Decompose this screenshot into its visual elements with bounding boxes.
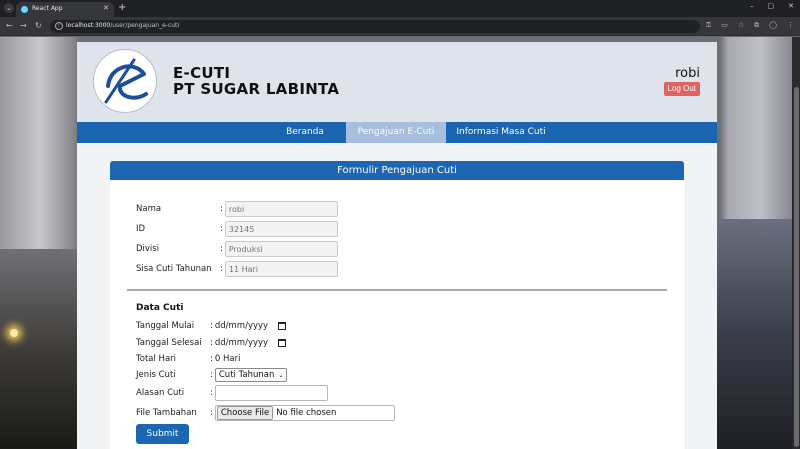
nav-informasi-masa-cuti[interactable]: Informasi Masa Cuti	[446, 122, 556, 143]
field-nama: Nama :	[136, 201, 338, 217]
cast-icon[interactable]: ▭	[721, 21, 728, 30]
form-title: Formulir Pengajuan Cuti	[110, 161, 684, 180]
field-tanggal-selesai: Tanggal Selesai : dd/mm/yyyy	[136, 335, 287, 351]
address-bar[interactable]: i localhost:3000/user/pengajuan_e-cuti	[50, 20, 700, 33]
close-window-button[interactable]: ✕	[788, 2, 794, 10]
field-label: Divisi	[136, 244, 160, 254]
window-controls: – ▢ ✕	[750, 2, 794, 10]
field-colon: :	[210, 370, 213, 380]
nav-beranda[interactable]: Beranda	[262, 122, 348, 143]
field-divisi: Divisi :	[136, 241, 338, 257]
field-label: Nama	[136, 204, 162, 214]
tab-close-icon[interactable]: ✕	[103, 4, 109, 12]
start-date-input[interactable]: dd/mm/yyyy	[215, 321, 268, 331]
field-label: Alasan Cuti	[136, 388, 185, 398]
tab-title: React App	[32, 5, 63, 12]
calendar-icon[interactable]	[278, 322, 287, 330]
extensions-icon[interactable]: ⧉	[754, 21, 759, 30]
reload-icon[interactable]: ↻	[35, 21, 42, 30]
field-label: Total Hari	[136, 354, 177, 364]
field-colon: :	[210, 354, 213, 364]
key-icon[interactable]: ⚿	[706, 21, 711, 30]
field-colon: :	[220, 244, 223, 254]
field-label: ID	[136, 224, 146, 234]
field-label: Sisa Cuti Tahunan	[136, 264, 212, 274]
calendar-icon[interactable]	[278, 339, 287, 347]
nav-pengajuan-e-cuti[interactable]: Pengajuan E-Cuti	[346, 122, 446, 143]
url-text: localhost:3000/user/pengajuan_e-cuti	[66, 22, 180, 29]
maximize-button[interactable]: ▢	[768, 2, 775, 10]
select-value: Cuti Tahunan	[218, 370, 275, 380]
background-photo-right	[717, 219, 800, 449]
forward-icon[interactable]: →	[20, 21, 27, 30]
background-photo-left	[0, 249, 77, 449]
field-label: Jenis Cuti	[136, 370, 176, 380]
browser-toolbar: ← → ↻ i localhost:3000/user/pengajuan_e-…	[0, 17, 800, 36]
sisa-cuti-input[interactable]	[224, 261, 338, 277]
bookmark-star-icon[interactable]: ☆	[738, 21, 744, 30]
page-scrollbar[interactable]	[792, 37, 800, 449]
logo-mark-icon	[104, 58, 148, 104]
app-header: E-CUTI PT SUGAR LABINTA robi Log Out	[77, 42, 717, 122]
id-input[interactable]	[224, 221, 338, 237]
street-lamp-light	[10, 329, 18, 337]
user-name: robi	[675, 66, 700, 81]
scroll-thumb[interactable]	[794, 87, 799, 447]
minimize-button[interactable]: –	[750, 2, 754, 10]
browser-tabbar: ⌄ React App ✕ + – ▢ ✕	[0, 0, 800, 17]
field-label: Tanggal Mulai	[136, 321, 195, 331]
field-colon: :	[220, 264, 223, 274]
menu-kebab-icon[interactable]: ⋮	[787, 21, 794, 30]
browser-tab[interactable]: React App ✕	[16, 2, 114, 17]
nama-input[interactable]	[224, 201, 338, 217]
field-jenis-cuti: Jenis Cuti : Cuti Tahunan ⌄	[136, 367, 288, 383]
profile-icon[interactable]: ◯	[769, 21, 777, 30]
field-total-hari: Total Hari : 0 Hari	[136, 351, 240, 367]
site-info-icon[interactable]: i	[55, 22, 63, 30]
field-colon: :	[220, 204, 223, 214]
field-tanggal-mulai: Tanggal Mulai : dd/mm/yyyy	[136, 318, 287, 334]
app-container: E-CUTI PT SUGAR LABINTA robi Log Out Ber…	[77, 42, 717, 449]
file-input[interactable]: Choose File No file chosen	[214, 405, 395, 421]
field-label: File Tambahan	[136, 408, 197, 418]
new-tab-button[interactable]: +	[118, 2, 126, 13]
field-alasan-cuti: Alasan Cuti :	[136, 385, 328, 401]
section-title-data-cuti: Data Cuti	[136, 303, 184, 313]
tab-search-button[interactable]: ⌄	[4, 3, 14, 13]
field-colon: :	[210, 321, 213, 331]
field-colon: :	[210, 388, 213, 398]
back-icon[interactable]: ←	[6, 21, 13, 30]
company-logo	[93, 49, 157, 113]
divisi-input[interactable]	[224, 241, 338, 257]
choose-file-button[interactable]: Choose File	[216, 406, 274, 420]
submit-button[interactable]: Submit	[136, 424, 189, 444]
field-file-tambahan: File Tambahan : Choose File No file chos…	[136, 405, 395, 421]
field-colon: :	[220, 224, 223, 234]
field-id: ID :	[136, 221, 338, 237]
field-sisa-cuti: Sisa Cuti Tahunan :	[136, 261, 338, 277]
jenis-cuti-select[interactable]: Cuti Tahunan ⌄	[214, 368, 288, 382]
field-colon: :	[210, 338, 213, 348]
toolbar-icons: ⚿ ▭ ☆ ⧉ ◯ ⋮	[706, 21, 794, 30]
total-hari-value: 0 Hari	[214, 354, 241, 364]
section-divider	[127, 289, 667, 291]
field-label: Tanggal Selesai	[136, 338, 202, 348]
main-nav: Beranda Pengajuan E-Cuti Informasi Masa …	[77, 122, 717, 143]
alasan-cuti-input[interactable]	[214, 385, 328, 401]
chevron-down-icon: ⌄	[278, 371, 284, 379]
end-date-input[interactable]: dd/mm/yyyy	[215, 338, 268, 348]
logout-button[interactable]: Log Out	[663, 82, 700, 96]
react-favicon-icon	[21, 6, 28, 13]
leave-form: Formulir Pengajuan Cuti Nama : ID : Divi…	[110, 161, 684, 449]
file-status: No file chosen	[276, 408, 337, 418]
company-name: PT SUGAR LABINTA	[173, 80, 340, 98]
field-colon: :	[210, 408, 213, 418]
